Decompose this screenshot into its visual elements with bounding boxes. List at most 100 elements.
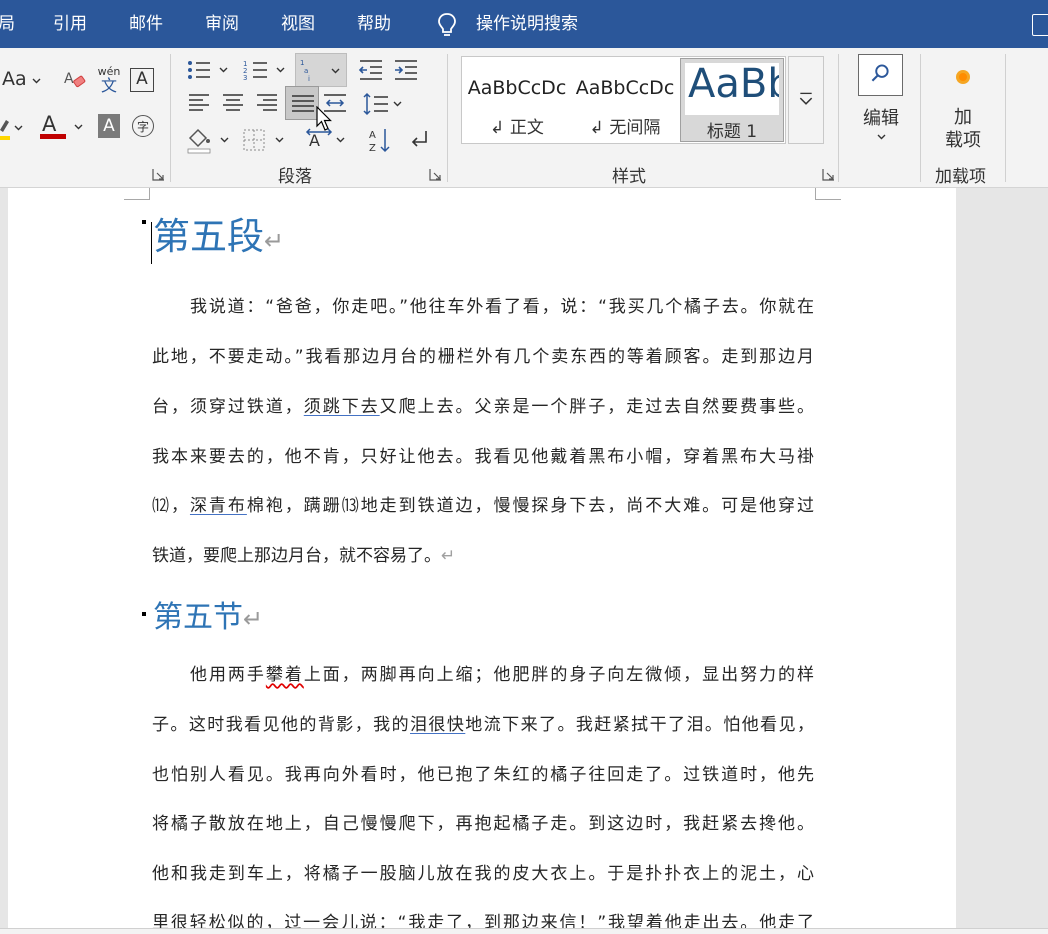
borders-button[interactable] [242,128,288,152]
numbering-icon: 1 2 3 [243,60,285,82]
line-spacing-icon [363,92,402,116]
text-run: 棉袍，蹒跚⒀地走到铁道边，慢慢探身下去，尚不大难。可是他穿过 [246,496,815,516]
style-heading-1-name: 标题 1 [706,122,758,142]
sort-button[interactable]: A Z [368,126,392,154]
show-formatting-marks-button[interactable] [408,128,432,152]
sort-icon: A Z [369,129,390,154]
text-cursor [151,222,152,264]
style-heading-1[interactable]: AaBb 标题 1 [680,58,784,142]
collapse-handle[interactable] [142,612,146,616]
group-separator [170,54,171,182]
paragraph-line: 将橘子散放在地上，自己慢慢爬下，再抱起橘子走。到这边时，我赶紧去搀他。 [152,814,814,834]
style-gallery: AaBbCcDc ↲ 正文 AaBbCcDc ↲ 无间隔 AaBb 标题 1 [461,56,786,144]
add-ins-label-line1: 加 [954,107,972,128]
group-separator [838,54,839,182]
highlight-button[interactable] [0,116,28,142]
clear-formatting-button[interactable]: A [62,68,88,94]
shading-button[interactable] [186,126,232,154]
justify-button[interactable] [285,86,319,120]
chevron-down-icon [74,124,83,130]
increase-indent-button[interactable] [393,58,419,82]
style-no-spacing[interactable]: AaBbCcDc ↲ 无间隔 [574,59,676,141]
paint-bucket-icon [187,128,229,154]
tab-references[interactable]: 引用 [53,13,87,35]
text-run: ⑿， [152,496,190,516]
change-case-button[interactable]: Aa [2,68,44,94]
phonetic-bottom-label: 文 [100,76,117,95]
character-shading-button[interactable]: A [98,114,120,138]
heading-first[interactable]: 第五段↵ [153,213,284,265]
align-right-button[interactable] [256,92,278,114]
editing-button[interactable]: 编辑 [852,54,910,150]
text-run: 地流下来了。我赶紧拭干了泪。怕他看见， [465,715,815,735]
svg-text:i: i [308,75,310,83]
paragraph-line: 台，须穿过铁道，须跳下去又爬上去。父亲是一个胖子，走过去自然要费事些。 [152,396,814,418]
styles-dialog-launcher-icon[interactable] [822,168,835,181]
svg-text:A: A [369,130,376,141]
styles-gallery-more-button[interactable] [788,56,824,144]
spelling-flagged-text[interactable]: 攀着 [266,665,304,685]
tab-review[interactable]: 审阅 [205,13,239,35]
enclose-characters-button[interactable]: 字 [132,115,154,137]
decrease-indent-icon [358,60,382,80]
align-right-icon [257,94,277,111]
styles-group-label: 样式 [612,167,646,187]
text-run: 铁道，要爬上那边月台，就不容易了。 [152,546,441,566]
magnifier-icon [871,64,889,82]
align-left-button[interactable] [188,92,210,114]
phonetic-guide-button[interactable]: wén 文 [96,66,122,96]
style-no-spacing-preview: AaBbCcDc [575,77,675,99]
text-run: 他用两手 [190,665,266,685]
font-dialog-launcher-icon[interactable] [152,168,165,181]
numbering-button[interactable]: 1 2 3 [243,58,289,82]
character-border-label: A [136,69,148,89]
paragraph-dialog-launcher-icon[interactable] [429,168,442,181]
multilevel-list-button[interactable]: 1 a i [295,53,347,87]
heading-second[interactable]: 第五节↵ [153,597,263,640]
paragraph-line: 此地，不要走动。”我看那边月台的栅栏外有几个卖东西的等着顾客。走到那边月 [152,347,814,367]
collapse-handle[interactable] [142,220,146,224]
grammar-flagged-text[interactable]: 须跳下去 [304,397,380,417]
font-color-button[interactable]: A [40,112,86,142]
paragraph-mark: ↵ [243,605,264,633]
tab-layout[interactable]: 局 [0,13,15,35]
grammar-flagged-text[interactable]: 深青布 [190,496,247,516]
paragraph-line: 铁道，要爬上那边月台，就不容易了。↵ [152,545,814,567]
paragraph-line: 他用两手攀着上面，两脚再向上缩；他肥胖的身子向左微倾，显出努力的样 [152,664,814,686]
grammar-flagged-text[interactable]: 泪很快 [410,715,465,735]
style-normal[interactable]: AaBbCcDc ↲ 正文 [466,59,568,141]
text-run: 台，须穿过铁道， [152,397,304,417]
add-ins-button[interactable]: 加 载项 [932,62,994,154]
return-arrow-icon [411,131,427,147]
tab-help[interactable]: 帮助 [357,13,391,35]
bullets-button[interactable] [186,58,232,82]
tab-mailings[interactable]: 邮件 [129,13,163,35]
style-heading-1-preview: AaBb [688,63,779,107]
ribbon-display-options-button[interactable] [1032,14,1048,36]
paragraph-line: 我说道：“爸爸，你走吧。”他往车外看了看，说：“我买几个橘子去。你就在 [190,297,814,317]
justify-icon [292,95,314,112]
paragraph-mark: ↵ [441,546,456,566]
status-bar [0,928,1048,934]
text-run: 又爬上去。父亲是一个胖子，走过去自然要费事些。 [379,397,815,417]
page-corner-mark [124,188,150,200]
heading-first-text: 第五段 [153,215,264,258]
tell-me-search[interactable]: 操作说明搜索 [476,13,578,35]
align-center-icon [223,94,243,111]
character-border-button[interactable]: A [130,68,154,92]
bullets-icon [188,61,228,79]
chevron-down-icon [799,92,813,105]
decrease-indent-button[interactable] [358,58,384,82]
group-separator [447,54,448,182]
paragraph-line: ⑿，深青布棉袍，蹒跚⒀地走到铁道边，慢慢探身下去，尚不大难。可是他穿过 [152,495,814,517]
group-separator [920,54,921,182]
tab-view[interactable]: 视图 [281,13,315,35]
eraser-icon: A [64,71,86,88]
line-spacing-button[interactable] [362,92,408,116]
svg-text:a: a [304,67,308,75]
align-center-button[interactable] [222,92,244,114]
ribbon: Aa A wén 文 A A A 字 1 2 3 1 a i A A Z 段落 … [0,48,1048,188]
svg-text:3: 3 [243,74,247,82]
lightbulb-icon[interactable] [436,12,458,38]
text-run: 子。这时我看见他的背影，我的 [152,715,410,735]
